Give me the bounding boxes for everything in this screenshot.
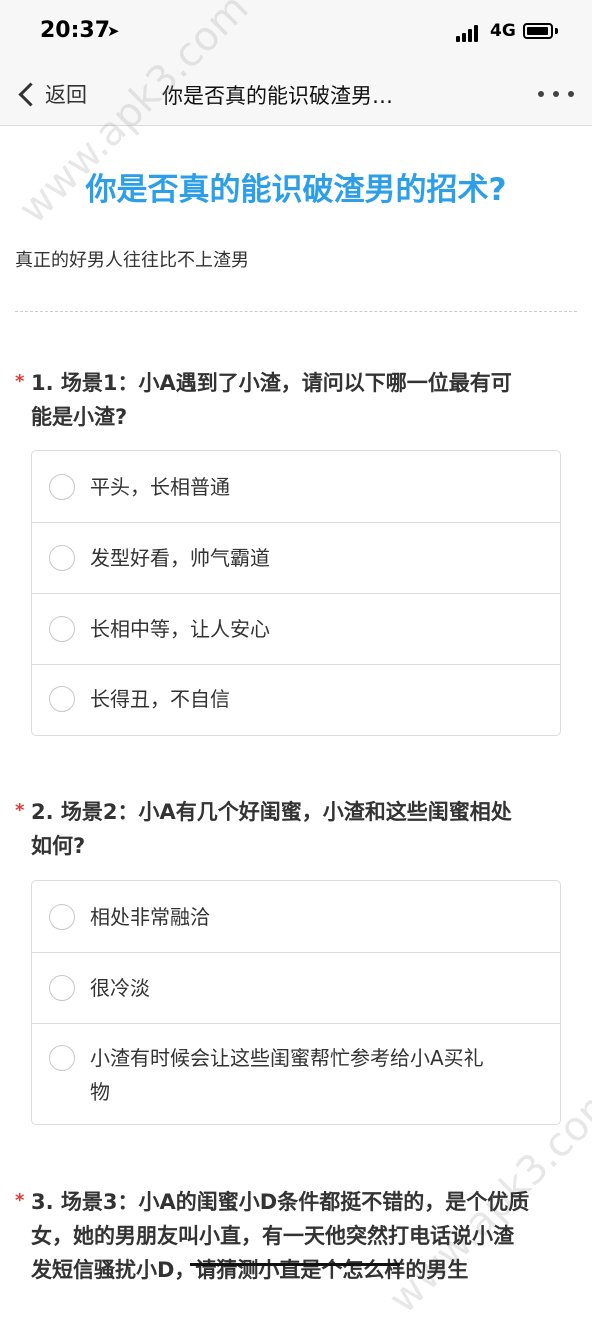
option-1-c[interactable]: 长相中等，让人安心 — [32, 594, 560, 665]
back-button[interactable]: 返回 — [14, 80, 87, 108]
radio-circle-icon[interactable] — [49, 975, 75, 1001]
question-2-line-2: 如何? — [31, 834, 86, 858]
option-label: 长相中等，让人安心 — [90, 617, 270, 641]
question-1-text: 1. 场景1：小A遇到了小渣，请问以下哪一位最有可 能是小渣? — [31, 366, 551, 434]
radio-circle-icon[interactable] — [49, 686, 75, 712]
question-3-line-3: 发短信骚扰小D，请猜测小直是个怎么样的男生 — [31, 1258, 469, 1282]
network-type: 4G — [490, 21, 516, 41]
nav-bar: 返回 你是否真的能识破渣男… — [0, 62, 592, 126]
question-2-options: 相处非常融洽 很冷淡 小渣有时候会让这些闺蜜帮忙参考给小A买礼 物 — [31, 880, 561, 1125]
question-3-text: 3. 场景3：小A的闺蜜小D条件都挺不错的，是个优质 女，她的男朋友叫小直，有一… — [31, 1185, 551, 1287]
question-1-line-2: 能是小渣? — [31, 405, 128, 429]
question-2-line-1: 2. 场景2：小A有几个好闺蜜，小渣和这些闺蜜相处 — [31, 800, 512, 824]
status-time: 20:37 — [40, 18, 111, 43]
location-arrow-icon: ➤ — [107, 22, 120, 40]
radio-circle-icon[interactable] — [49, 616, 75, 642]
signal-bars-icon — [456, 24, 484, 42]
option-label: 平头，长相普通 — [90, 475, 230, 499]
survey-description: 真正的好男人往往比不上渣男 — [15, 250, 249, 271]
option-1-b[interactable]: 发型好看，帅气霸道 — [32, 523, 560, 594]
question-1-line-1: 1. 场景1：小A遇到了小渣，请问以下哪一位最有可 — [31, 371, 512, 395]
chevron-left-icon — [18, 81, 43, 107]
option-1-d[interactable]: 长得丑，不自信 — [32, 665, 560, 735]
radio-circle-icon[interactable] — [49, 904, 75, 930]
required-mark: * — [15, 800, 25, 821]
question-3-line-2: 女，她的男朋友叫小直，有一天他突然打电话说小渣 — [31, 1224, 514, 1248]
option-label: 发型好看，帅气霸道 — [90, 546, 270, 570]
dashed-divider — [15, 311, 577, 312]
radio-circle-icon[interactable] — [49, 474, 75, 500]
option-label-line-2: 物 — [90, 1080, 110, 1104]
option-label: 小渣有时候会让这些闺蜜帮忙参考给小A买礼 物 — [90, 1041, 550, 1109]
required-mark: * — [15, 371, 25, 392]
question-1-options: 平头，长相普通 发型好看，帅气霸道 长相中等，让人安心 长得丑，不自信 — [31, 450, 561, 736]
option-label: 长得丑，不自信 — [90, 687, 230, 711]
option-label: 很冷淡 — [90, 976, 150, 1000]
radio-circle-icon[interactable] — [49, 545, 75, 571]
option-2-c[interactable]: 小渣有时候会让这些闺蜜帮忙参考给小A买礼 物 — [32, 1024, 560, 1124]
option-label: 相处非常融洽 — [90, 905, 210, 929]
option-2-b[interactable]: 很冷淡 — [32, 953, 560, 1024]
battery-tip — [555, 28, 558, 34]
page-title: 你是否真的能识破渣男… — [162, 84, 393, 108]
option-1-a[interactable]: 平头，长相普通 — [32, 451, 560, 523]
back-label: 返回 — [45, 83, 87, 107]
radio-circle-icon[interactable] — [49, 1045, 75, 1071]
status-bar: 20:37 ➤ 4G — [0, 0, 592, 62]
battery-icon — [523, 23, 553, 39]
option-2-a[interactable]: 相处非常融洽 — [32, 881, 560, 953]
more-dots-icon[interactable] — [538, 91, 574, 99]
required-mark: * — [15, 1190, 25, 1211]
survey-title: 你是否真的能识破渣男的招术? — [85, 172, 507, 208]
question-3-line-1: 3. 场景3：小A的闺蜜小D条件都挺不错的，是个优质 — [31, 1190, 530, 1214]
question-2-text: 2. 场景2：小A有几个好闺蜜，小渣和这些闺蜜相处 如何? — [31, 795, 551, 863]
option-label-line-1: 小渣有时候会让这些闺蜜帮忙参考给小A买礼 — [90, 1046, 484, 1070]
strike-line — [190, 1263, 400, 1266]
